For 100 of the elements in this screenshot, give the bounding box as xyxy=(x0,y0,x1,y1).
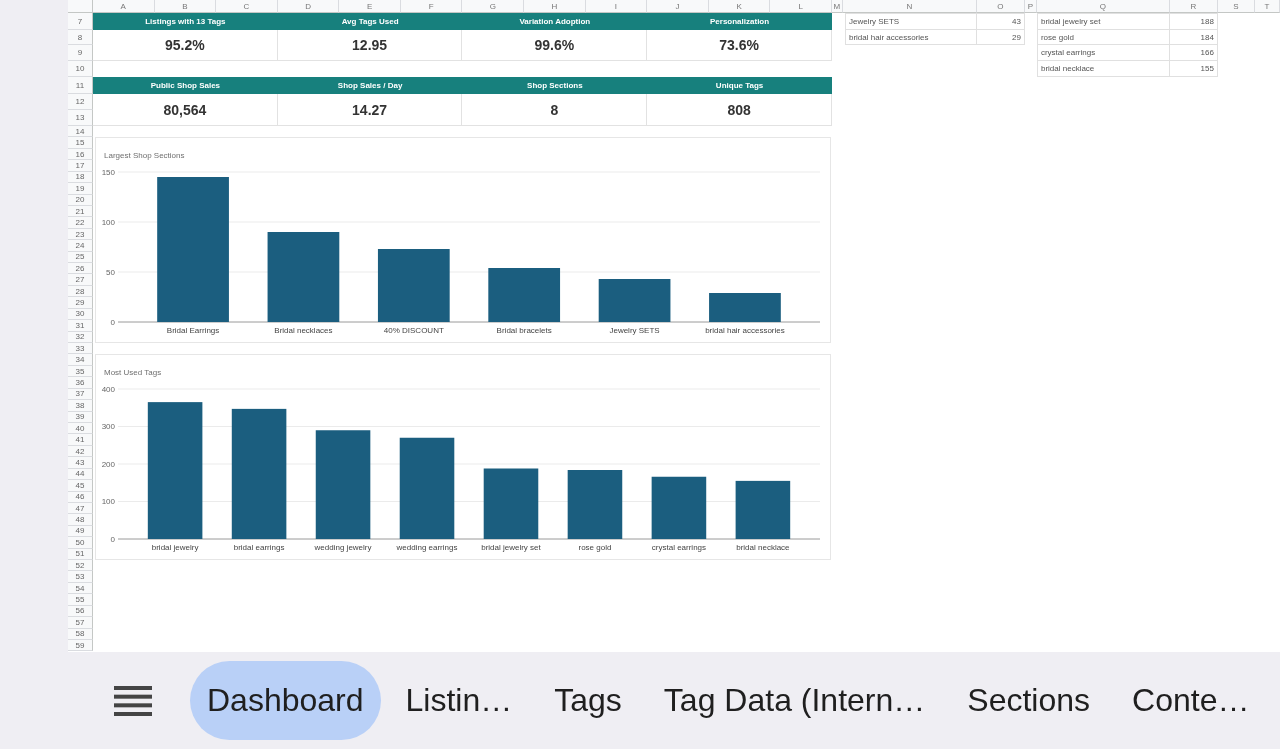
row-number[interactable]: 48 xyxy=(68,514,93,526)
row-number[interactable]: 34 xyxy=(68,354,93,366)
axis-tick-label: 100 xyxy=(101,218,115,228)
axis-tick-label: 400 xyxy=(101,385,115,395)
chart-title: Most Used Tags xyxy=(103,367,162,379)
row-number[interactable]: 36 xyxy=(68,377,93,389)
column-header[interactable]: M xyxy=(831,0,843,13)
sheet-tab[interactable]: Tags xyxy=(537,661,639,740)
row-number[interactable]: 33 xyxy=(68,343,93,355)
axis-tick-label: 0 xyxy=(110,318,115,328)
kpi-value: 99.6% xyxy=(462,30,648,61)
row-number[interactable]: 52 xyxy=(68,560,93,572)
kpi-title: Unique Tags xyxy=(647,77,832,94)
row-number[interactable]: 53 xyxy=(68,571,93,583)
table-cell: Jewelry SETS xyxy=(844,13,977,30)
column-header[interactable]: S xyxy=(1217,0,1255,13)
row-number[interactable]: 12 xyxy=(68,94,93,110)
column-header[interactable]: H xyxy=(524,0,586,13)
column-header[interactable]: G xyxy=(462,0,525,13)
row-number[interactable]: 55 xyxy=(68,594,93,606)
chart-bar xyxy=(483,468,539,540)
axis-tick-label: 100 xyxy=(101,497,115,507)
row-number[interactable]: 57 xyxy=(68,617,93,629)
column-header[interactable]: E xyxy=(339,0,401,13)
axis-tick-label: 150 xyxy=(101,168,115,178)
sheet-tab[interactable]: Sections xyxy=(950,661,1108,740)
row-number[interactable]: 31 xyxy=(68,320,93,332)
axis-label: wedding earrings xyxy=(396,543,458,553)
row-number[interactable]: 26 xyxy=(68,263,93,275)
column-header[interactable]: I xyxy=(585,0,648,13)
column-header[interactable]: D xyxy=(277,0,340,13)
column-header[interactable]: O xyxy=(976,0,1025,13)
row-number[interactable]: 46 xyxy=(68,491,93,503)
row-number[interactable]: 14 xyxy=(68,126,93,138)
row-number[interactable]: 7 xyxy=(68,13,93,30)
row-number[interactable]: 17 xyxy=(68,160,93,172)
kpi-title: Personalization xyxy=(647,13,832,30)
column-header[interactable]: B xyxy=(154,0,217,13)
axis-label: Bridal bracelets xyxy=(496,326,552,336)
row-number[interactable]: 50 xyxy=(68,537,93,549)
kpi-value: 8 xyxy=(462,94,648,126)
row-number[interactable]: 38 xyxy=(68,400,93,412)
table-cell: crystal earrings xyxy=(1036,45,1170,61)
row-number[interactable]: 11 xyxy=(68,77,93,94)
column-header[interactable]: A xyxy=(93,0,155,13)
column-header[interactable]: T xyxy=(1254,0,1280,13)
column-header[interactable]: L xyxy=(770,0,832,13)
kpi-title: Public Shop Sales xyxy=(93,77,278,94)
row-number[interactable]: 20 xyxy=(68,194,93,206)
chart-bar xyxy=(735,481,791,540)
sheet-tab[interactable]: Conte… xyxy=(1115,661,1267,740)
row-number[interactable]: 29 xyxy=(68,297,93,309)
kpi-title: Shop Sales / Day xyxy=(277,77,463,94)
axis-tick-label: 50 xyxy=(106,268,115,278)
axis-label: 40% DISCOUNT xyxy=(383,326,444,336)
chart-bar xyxy=(651,477,707,540)
kpi-value: 14.27 xyxy=(277,94,463,126)
column-header[interactable]: K xyxy=(708,0,771,13)
table-cell: bridal hair accessories xyxy=(844,30,977,45)
axis-label: wedding jewelry xyxy=(314,543,372,553)
row-number[interactable]: 10 xyxy=(68,61,93,77)
table-cell: 43 xyxy=(976,13,1025,30)
row-number[interactable]: 41 xyxy=(68,434,93,446)
row-number[interactable]: 58 xyxy=(68,628,93,640)
axis-label: rose gold xyxy=(578,543,612,553)
row-number[interactable]: 39 xyxy=(68,411,93,423)
row-number[interactable]: 24 xyxy=(68,240,93,252)
table-cell: 29 xyxy=(976,30,1025,45)
row-number[interactable]: 43 xyxy=(68,457,93,469)
row-number[interactable]: 15 xyxy=(68,137,93,149)
kpi-title: Shop Sections xyxy=(462,77,648,94)
row-number[interactable]: 8 xyxy=(68,30,93,45)
sheet-tab[interactable]: Listin… xyxy=(388,661,530,740)
menu-icon[interactable] xyxy=(114,685,152,716)
row-number[interactable]: 13 xyxy=(68,110,93,126)
row-number[interactable]: 9 xyxy=(68,45,93,61)
row-number[interactable]: 27 xyxy=(68,274,93,286)
axis-tick-label: 200 xyxy=(101,460,115,470)
axis-label: bridal earrings xyxy=(233,543,285,553)
axis-label: bridal jewelry xyxy=(151,543,199,553)
column-header[interactable]: Q xyxy=(1036,0,1170,13)
select-all-cell[interactable] xyxy=(68,0,93,13)
column-header[interactable]: C xyxy=(216,0,278,13)
row-number[interactable]: 22 xyxy=(68,217,93,229)
kpi-value: 95.2% xyxy=(93,30,278,61)
kpi-value: 73.6% xyxy=(647,30,832,61)
chart-bar xyxy=(567,470,623,540)
kpi-title: Avg Tags Used xyxy=(277,13,463,30)
sheet-tab[interactable]: Dashboard xyxy=(190,661,381,740)
row-number[interactable]: 45 xyxy=(68,480,93,492)
column-header[interactable]: J xyxy=(647,0,709,13)
sheet-tab[interactable]: Tag Data (Intern… xyxy=(646,661,943,740)
kpi-value: 80,564 xyxy=(93,94,278,126)
axis-label: Bridal Earrings xyxy=(166,326,220,336)
axis-label: bridal jewelry set xyxy=(481,543,541,553)
chart-title: Largest Shop Sections xyxy=(103,150,185,162)
column-header[interactable]: N xyxy=(842,0,977,13)
column-header[interactable]: R xyxy=(1169,0,1218,13)
column-header[interactable]: F xyxy=(400,0,463,13)
row-number[interactable]: 19 xyxy=(68,183,93,195)
